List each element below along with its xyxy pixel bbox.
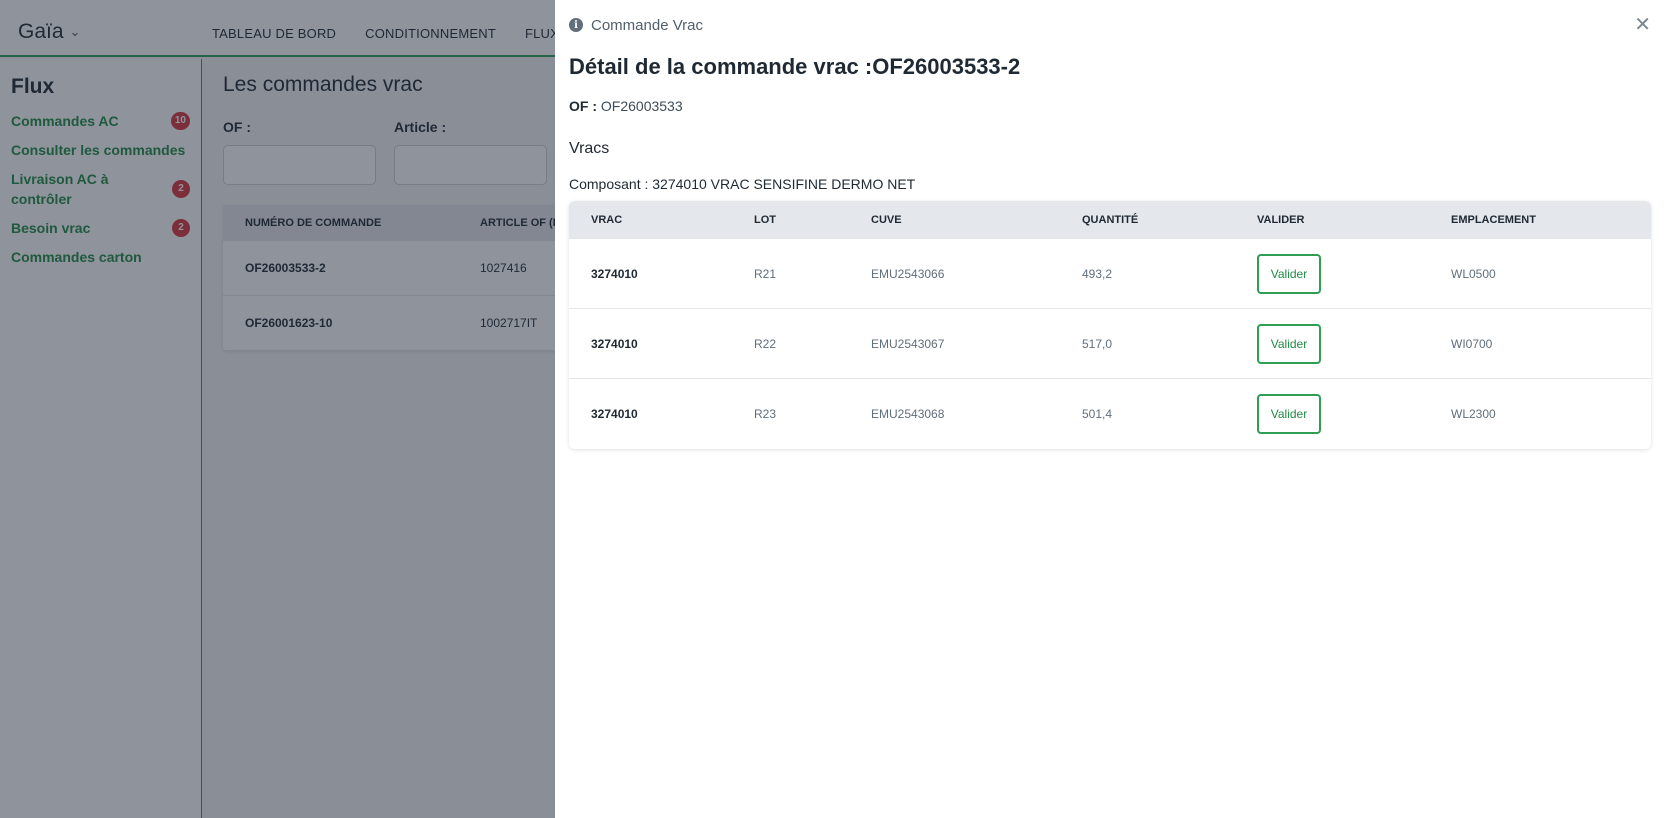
cell-cuve: EMU2543066: [871, 266, 945, 281]
cell-emplacement: WL2300: [1451, 407, 1496, 421]
cell-quantite: 517,0: [1082, 336, 1113, 351]
of-value: OF26003533: [600, 98, 683, 114]
of-label: OF :: [569, 98, 597, 114]
cell-valider: Valider: [1257, 253, 1451, 294]
cell-lot: R22: [754, 336, 777, 351]
valider-button[interactable]: Valider: [1257, 253, 1321, 294]
valider-button[interactable]: Valider: [1257, 394, 1321, 434]
cell-vrac: 3274010: [591, 336, 638, 351]
close-icon[interactable]: ✕: [1634, 12, 1651, 37]
cell-lot: R23: [754, 407, 777, 421]
cell-valider: Valider: [1257, 323, 1451, 364]
column-header: EMPLACEMENT: [1451, 214, 1536, 226]
cell-emplacement: WL0500: [1451, 266, 1496, 281]
info-icon: i: [569, 18, 583, 32]
cell-cuve: EMU2543068: [871, 407, 945, 421]
column-header: CUVE: [871, 214, 902, 226]
cell-vrac: 3274010: [591, 266, 638, 281]
cell-cuve: EMU2543067: [871, 336, 945, 351]
column-header: VALIDER: [1257, 214, 1305, 226]
composant-label: Composant : 3274010 VRAC SENSIFINE DERMO…: [569, 176, 916, 192]
column-header: VRAC: [591, 214, 623, 226]
drawer-title: Détail de la commande vrac :OF26003533-2: [569, 54, 1021, 79]
cell-lot: R21: [754, 266, 777, 281]
table-header: VRAC LOT CUVE QUANTITÉ VALIDER EMPLACEME…: [569, 201, 1651, 239]
column-header: QUANTITÉ: [1082, 214, 1139, 226]
drawer-header: i Commande Vrac: [569, 0, 1651, 50]
of-line: OF : OF26003533: [569, 98, 1651, 114]
table-row: 3274010 R23 EMU2543068 501,4 Valider WL2…: [569, 379, 1651, 449]
valider-button[interactable]: Valider: [1257, 323, 1321, 364]
cell-quantite: 501,4: [1082, 407, 1113, 421]
table-row: 3274010 R22 EMU2543067 517,0 Valider WI0…: [569, 309, 1651, 379]
column-header: LOT: [754, 214, 776, 226]
commande-vrac-drawer: i Commande Vrac ✕ Détail de la commande …: [555, 0, 1665, 818]
cell-emplacement: WI0700: [1451, 336, 1493, 351]
cell-vrac: 3274010: [591, 407, 638, 421]
cell-quantite: 493,2: [1082, 266, 1113, 281]
section-title: Vracs: [569, 140, 610, 157]
cell-valider: Valider: [1257, 394, 1451, 434]
drawer-header-title: Commande Vrac: [591, 16, 703, 34]
table-row: 3274010 R21 EMU2543066 493,2 Valider WL0…: [569, 239, 1651, 309]
vracs-table: VRAC LOT CUVE QUANTITÉ VALIDER EMPLACEME…: [569, 201, 1651, 449]
